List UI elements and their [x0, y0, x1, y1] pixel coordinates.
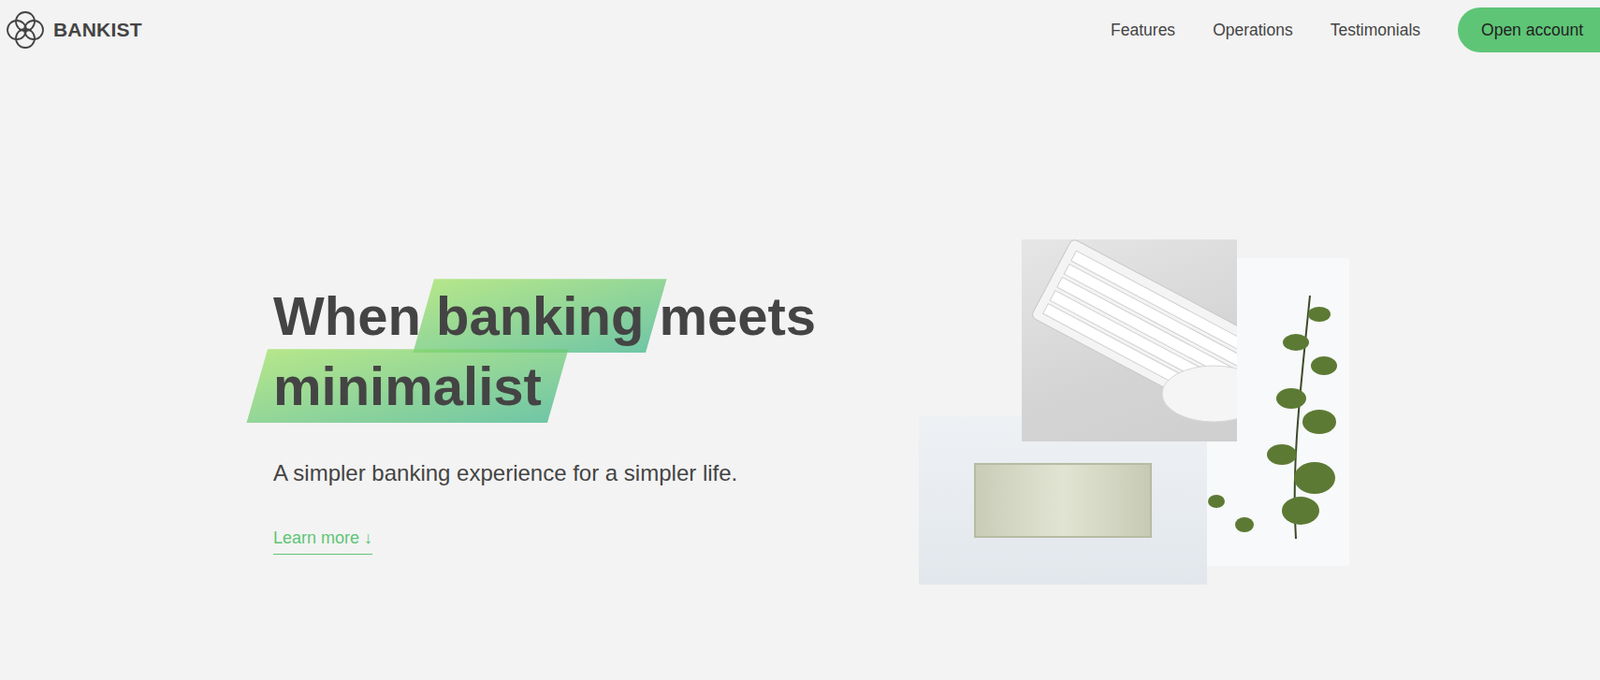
nav-link[interactable]: Operations	[1212, 17, 1294, 43]
hero-subtitle: A simpler banking experience for a simpl…	[273, 456, 873, 491]
hero-section: When banking meetsminimalist A simpler b…	[0, 59, 1600, 680]
top-navbar: BANKIST Features Operations Testimonials O…	[0, 0, 1600, 60]
nav-link[interactable]: Features	[1110, 17, 1176, 43]
highlighted-word: minimalist	[273, 350, 542, 422]
hero-image	[918, 239, 1350, 680]
title-line: When banking meets	[273, 280, 873, 351]
logo-text: BANKIST	[53, 14, 143, 45]
keyboard-photo	[1021, 239, 1237, 442]
nav-links: Features Operations Testimonials	[1110, 17, 1421, 43]
logo-icon	[4, 9, 46, 51]
title-line: minimalist	[273, 350, 873, 422]
dollar-bill	[974, 463, 1152, 539]
nav-link[interactable]: Testimonials	[1330, 17, 1421, 43]
title-word: meets	[658, 285, 816, 347]
learn-more-link[interactable]: Learn more ↓	[273, 525, 373, 555]
highlighted-word: banking	[436, 280, 644, 351]
hero-text: When banking meetsminimalist A simpler b…	[273, 280, 873, 680]
dollar-photo	[918, 416, 1208, 585]
title-word: When	[273, 285, 422, 347]
hero-title: When banking meetsminimalist	[273, 280, 873, 422]
logo[interactable]: BANKIST	[4, 9, 143, 51]
open-account-button[interactable]: Open account	[1457, 7, 1600, 53]
